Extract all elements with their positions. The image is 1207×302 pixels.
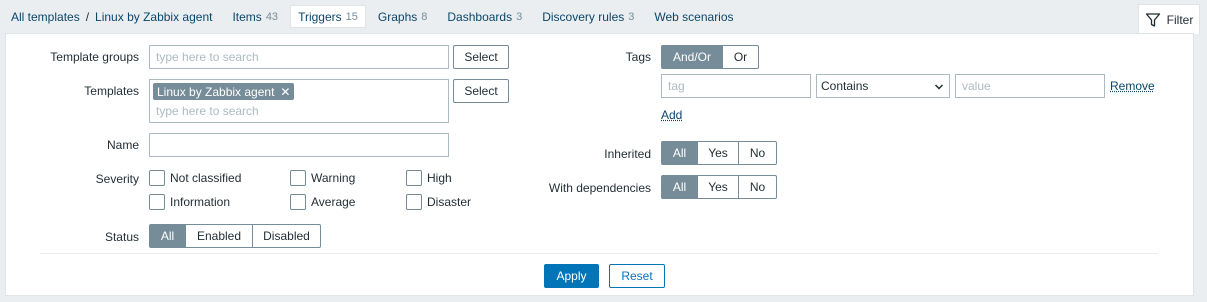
tab-dashboards-label: Dashboards [447,9,513,24]
with-dependencies-label: With dependencies [548,181,651,195]
tab-discovery-rules[interactable]: Discovery rules 3 [534,5,642,28]
checkbox-box[interactable] [290,194,306,210]
name-label: Name [106,138,139,152]
with-dependencies-no-option[interactable]: No [738,175,777,199]
severity-option-label: Warning [311,171,356,185]
checkbox-box[interactable] [406,194,422,210]
templates-label: Templates [84,84,139,98]
tab-discovery-rules-count: 3 [628,10,635,23]
tab-dashboards-count: 3 [516,10,523,23]
tab-dashboards[interactable]: Dashboards 3 [439,5,530,28]
severity-label: Severity [95,172,139,186]
status-segmented-control: All Enabled Disabled [149,224,321,248]
severity-option-label: High [427,171,452,185]
chevron-down-icon [934,84,944,90]
status-enabled-option[interactable]: Enabled [185,224,253,248]
name-input[interactable] [149,133,449,157]
inherited-no-option[interactable]: No [738,141,777,165]
severity-information-checkbox[interactable]: Information [149,194,230,210]
inherited-segmented-control: All Yes No [661,141,777,165]
checkbox-box[interactable] [149,194,165,210]
template-chip-label: Linux by Zabbix agent [157,84,275,99]
with-dependencies-segmented-control: All Yes No [661,175,777,199]
filter-icon [1145,12,1160,27]
tag-condition-value: Contains [821,79,869,93]
checkbox-box[interactable] [406,170,422,186]
tag-add-link[interactable]: Add [661,108,682,122]
severity-high-checkbox[interactable]: High [406,170,452,186]
form-divider [40,253,1158,254]
severity-option-label: Disaster [427,195,472,209]
status-disabled-option[interactable]: Disabled [252,224,321,248]
tag-remove-link[interactable]: Remove [1110,79,1155,93]
inherited-label: Inherited [604,147,651,161]
breadcrumb-all-templates[interactable]: All templates [11,10,80,24]
tab-items[interactable]: Items 43 [224,5,286,28]
templates-select-button[interactable]: Select [453,79,509,103]
tag-condition-select[interactable]: Contains [816,74,950,98]
template-groups-select-button[interactable]: Select [453,45,509,69]
tag-value-input[interactable] [955,74,1105,98]
reset-button[interactable]: Reset [609,264,665,288]
tab-graphs-count: 8 [421,10,428,23]
apply-button[interactable]: Apply [544,264,599,288]
breadcrumb-separator: / [85,9,90,24]
template-chip: Linux by Zabbix agent ✕ [153,83,295,100]
with-dependencies-all-option[interactable]: All [661,175,698,199]
tab-items-count: 43 [265,10,279,23]
template-groups-label: Template groups [50,50,139,64]
templates-multiselect[interactable]: Linux by Zabbix agent ✕ type here to sea… [149,79,449,123]
tab-web-scenarios[interactable]: Web scenarios [646,5,741,28]
top-navigation: All templates / Linux by Zabbix agent It… [0,0,1207,33]
status-label: Status [104,230,139,244]
severity-average-checkbox[interactable]: Average [290,194,355,210]
tab-graphs-label: Graphs [377,9,418,24]
tab-triggers-label: Triggers [298,9,342,24]
tags-and-or-option[interactable]: And/Or [661,45,723,69]
breadcrumb-template[interactable]: Linux by Zabbix agent [95,10,212,24]
filter-tab[interactable]: Filter [1138,4,1200,34]
chip-remove-icon[interactable]: ✕ [280,85,290,99]
inherited-all-option[interactable]: All [661,141,698,165]
tab-discovery-rules-label: Discovery rules [542,9,625,24]
tags-or-option[interactable]: Or [722,45,759,69]
severity-option-label: Average [311,195,356,209]
templates-search-placeholder[interactable]: type here to search [156,104,259,118]
tab-graphs[interactable]: Graphs 8 [370,5,435,28]
inherited-yes-option[interactable]: Yes [697,141,739,165]
tab-triggers[interactable]: Triggers 15 [290,5,366,28]
severity-disaster-checkbox[interactable]: Disaster [406,194,471,210]
filter-tab-label: Filter [1166,12,1194,27]
tags-label: Tags [625,50,651,64]
checkbox-box[interactable] [149,170,165,186]
severity-not-classified-checkbox[interactable]: Not classified [149,170,241,186]
tab-triggers-count: 15 [345,10,358,23]
tag-name-input[interactable] [661,74,811,98]
tab-items-label: Items [232,9,262,24]
status-all-option[interactable]: All [149,224,186,248]
filter-panel: Template groups Select Templates Linux b… [5,33,1194,296]
tags-operator-control: And/Or Or [661,45,759,69]
checkbox-box[interactable] [290,170,306,186]
tab-web-scenarios-label: Web scenarios [654,9,734,24]
with-dependencies-yes-option[interactable]: Yes [697,175,739,199]
severity-warning-checkbox[interactable]: Warning [290,170,355,186]
severity-option-label: Not classified [170,171,242,185]
severity-option-label: Information [170,195,231,209]
template-groups-input[interactable] [149,45,449,69]
